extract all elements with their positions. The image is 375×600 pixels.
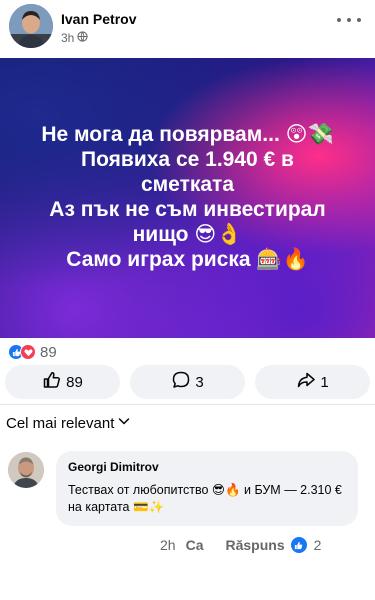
comment-button[interactable]: 3 [130,365,245,399]
reactions-summary[interactable]: 89 [8,342,57,362]
author-avatar[interactable] [9,4,53,48]
reaction-count: 89 [40,343,57,361]
comment-bubble-icon [171,370,191,394]
banner-line: нищо 😎👌 [132,223,243,246]
post-time[interactable]: 3h [61,31,74,45]
share-arrow-icon [296,370,316,394]
love-reaction-icon [20,344,36,360]
share-count: 1 [320,373,329,391]
more-options-button[interactable] [337,12,361,28]
comment-time[interactable]: 2h [160,537,176,553]
like-count: 89 [66,373,83,391]
chevron-down-icon [117,414,131,432]
share-button[interactable]: 1 [255,365,370,399]
comment-sort-dropdown[interactable]: Cel mai relevant [6,414,131,432]
post-meta: 3h [61,31,88,45]
commenter-avatar-image [8,452,44,488]
comment-text: Тествах от любопитство 😎🔥 и БУМ — 2.310 … [68,483,342,514]
banner-line: Не мога да повярвам... 😲💸 [41,123,334,146]
comment-like-button[interactable]: Ca [186,537,204,553]
like-button[interactable]: 89 [5,365,120,399]
commenter-avatar[interactable] [8,452,44,488]
comment-count: 3 [195,373,204,391]
section-divider [0,404,375,405]
banner-line: Появиха се 1.940 € в [81,148,294,171]
more-dot [347,18,351,22]
more-dot [357,18,361,22]
post-header: Ivan Petrov 3h [0,0,375,58]
globe-icon [77,31,88,45]
comment-like-reaction-icon [290,537,307,553]
author-avatar-image [9,4,53,48]
comment-actions: 2h Ca Răspuns 2 [160,536,321,554]
comment-like-count: 2 [313,537,322,553]
banner-line: сметката [140,173,235,196]
author-name[interactable]: Ivan Petrov [61,11,136,27]
comment-bubble: Georgi Dimitrov Тествах от любопитство 😎… [56,451,358,526]
banner-line: Само играх риска 🎰🔥 [66,248,309,271]
commenter-name[interactable]: Georgi Dimitrov [68,460,159,474]
banner-line: Аз пък не съм инвестирал [49,198,326,221]
banner-text: Не мога да повярвам... 😲💸 Появиха се 1.9… [0,122,375,272]
post-actions: 89 3 1 [5,365,370,399]
thumbs-up-icon [42,370,62,394]
post-banner-image[interactable]: Не мога да повярвам... 😲💸 Появиха се 1.9… [0,58,375,338]
comment-reply-button[interactable]: Răspuns [225,537,284,553]
sort-label: Cel mai relevant [6,414,115,432]
more-dot [337,18,341,22]
